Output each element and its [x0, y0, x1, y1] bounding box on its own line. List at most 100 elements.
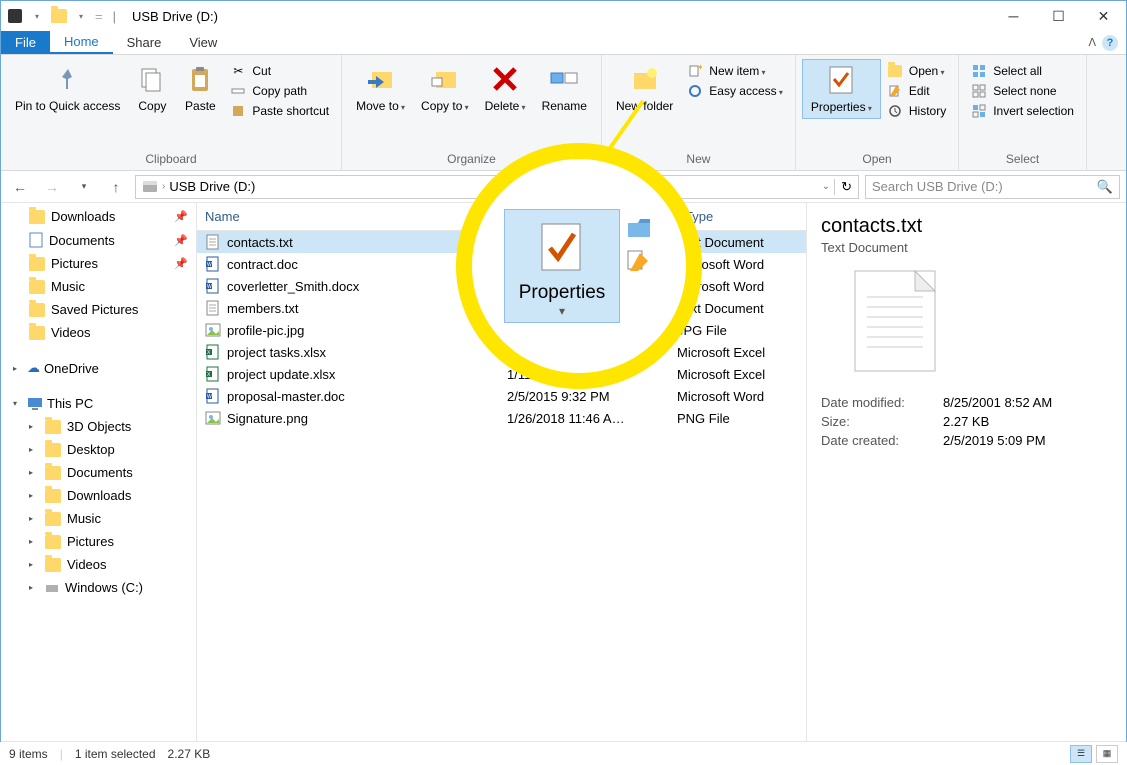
file-row[interactable]: Xproject update.xlsx1/11/2019 6:20 PMMic…: [197, 363, 806, 385]
minimize-button[interactable]: ─: [991, 1, 1036, 31]
file-icon: [205, 410, 221, 426]
edit-icon: [626, 249, 654, 273]
column-name[interactable]: Name: [197, 203, 507, 230]
callout-properties-button: Properties ▾: [504, 209, 621, 323]
file-icon: X: [205, 366, 221, 382]
paste-shortcut-button[interactable]: Paste shortcut: [224, 101, 335, 121]
qat-dropdown-icon[interactable]: ▾: [73, 8, 89, 24]
new-folder-button[interactable]: New folder: [608, 59, 681, 117]
select-none-button[interactable]: Select none: [965, 81, 1080, 101]
edit-button[interactable]: Edit: [881, 81, 952, 101]
select-all-icon: [971, 63, 987, 79]
copy-button[interactable]: Copy: [128, 59, 176, 117]
help-icon[interactable]: ?: [1102, 35, 1118, 51]
nav-pictures[interactable]: Pictures📌: [1, 252, 196, 275]
details-view-button[interactable]: ☰: [1070, 745, 1092, 763]
status-size: 2.27 KB: [168, 747, 211, 761]
nav-desktop[interactable]: ▸Desktop: [1, 438, 196, 461]
maximize-button[interactable]: ☐: [1036, 1, 1081, 31]
select-all-button[interactable]: Select all: [965, 61, 1080, 81]
nav-music[interactable]: Music: [1, 275, 196, 298]
history-icon: [887, 103, 903, 119]
details-size: 2.27 KB: [943, 414, 989, 429]
ribbon-tabs: File Home Share View ᐱ ?: [1, 31, 1126, 55]
tab-view[interactable]: View: [175, 31, 231, 54]
nav-documents-2[interactable]: ▸Documents: [1, 461, 196, 484]
pin-icon: 📌: [174, 210, 188, 223]
collapse-icon[interactable]: ▾: [13, 399, 23, 408]
select-none-icon: [971, 83, 987, 99]
file-type: Microsoft Excel: [677, 367, 806, 382]
file-icon: W: [205, 278, 221, 294]
invert-selection-button[interactable]: Invert selection: [965, 101, 1080, 121]
column-type[interactable]: Type: [677, 203, 806, 230]
nav-onedrive[interactable]: ▸☁OneDrive: [1, 356, 196, 380]
details-filetype: Text Document: [821, 240, 1112, 255]
tab-share[interactable]: Share: [113, 31, 176, 54]
tab-home[interactable]: Home: [50, 31, 113, 54]
new-item-button[interactable]: ✦New item: [681, 61, 789, 81]
recent-locations-button[interactable]: ▾: [71, 175, 97, 199]
window-title: USB Drive (D:): [132, 9, 218, 24]
nav-documents[interactable]: Documents📌: [1, 228, 196, 252]
file-name: contract.doc: [227, 257, 298, 272]
nav-downloads-2[interactable]: ▸Downloads: [1, 484, 196, 507]
drive-icon: [142, 180, 158, 194]
up-button[interactable]: ↑: [103, 175, 129, 199]
shortcut-icon: [230, 103, 246, 119]
qat-separator: =: [95, 9, 103, 24]
delete-button[interactable]: Delete: [477, 59, 534, 117]
easy-access-button[interactable]: Easy access: [681, 81, 789, 101]
file-name: proposal-master.doc: [227, 389, 345, 404]
thumbnails-view-button[interactable]: ▦: [1096, 745, 1118, 763]
file-name: profile-pic.jpg: [227, 323, 304, 338]
nav-downloads[interactable]: Downloads📌: [1, 205, 196, 228]
expand-icon[interactable]: ▸: [13, 364, 23, 373]
rename-button[interactable]: Rename: [534, 59, 595, 117]
open-button[interactable]: Open: [881, 61, 952, 81]
details-created: 2/5/2019 5:09 PM: [943, 433, 1046, 448]
edit-icon: [887, 83, 903, 99]
file-row[interactable]: Signature.png1/26/2018 11:46 A…PNG File: [197, 407, 806, 429]
paste-button[interactable]: Paste: [176, 59, 224, 117]
file-type: PNG File: [677, 411, 806, 426]
svg-text:W: W: [207, 394, 212, 400]
collapse-ribbon-icon[interactable]: ᐱ: [1088, 36, 1096, 49]
refresh-button[interactable]: ↻: [834, 179, 852, 195]
open-icon: [626, 217, 654, 241]
tab-file[interactable]: File: [1, 31, 50, 54]
forward-button[interactable]: →: [39, 175, 65, 199]
file-icon: X: [205, 344, 221, 360]
nav-videos-2[interactable]: ▸Videos: [1, 553, 196, 576]
navigation-pane[interactable]: Downloads📌 Documents📌 Pictures📌 Music Sa…: [1, 203, 197, 741]
nav-3d-objects[interactable]: ▸3D Objects: [1, 415, 196, 438]
file-icon: [205, 322, 221, 338]
copy-icon: [136, 63, 168, 95]
nav-music-2[interactable]: ▸Music: [1, 507, 196, 530]
close-button[interactable]: ✕: [1081, 1, 1126, 31]
properties-button[interactable]: Properties: [802, 59, 881, 119]
back-button[interactable]: ←: [7, 175, 33, 199]
file-name: contacts.txt: [227, 235, 293, 250]
search-input[interactable]: Search USB Drive (D:) 🔍: [865, 175, 1120, 199]
invert-icon: [971, 103, 987, 119]
nav-pictures-2[interactable]: ▸Pictures: [1, 530, 196, 553]
cut-button[interactable]: ✂Cut: [224, 61, 335, 81]
move-to-button[interactable]: Move to: [348, 59, 413, 117]
copy-path-button[interactable]: Copy path: [224, 81, 335, 101]
status-selected: 1 item selected: [75, 747, 156, 761]
copy-to-button[interactable]: Copy to: [413, 59, 477, 117]
breadcrumb[interactable]: USB Drive (D:): [169, 179, 255, 194]
nav-videos[interactable]: Videos: [1, 321, 196, 344]
nav-this-pc[interactable]: ▾This PC: [1, 392, 196, 415]
file-row[interactable]: Wproposal-master.doc2/5/2015 9:32 PMMicr…: [197, 385, 806, 407]
nav-saved-pictures[interactable]: Saved Pictures: [1, 298, 196, 321]
file-date: 2/5/2015 9:32 PM: [507, 389, 677, 404]
qat-dropdown-icon[interactable]: ▾: [29, 8, 45, 24]
pin-to-quick-access-button[interactable]: Pin to Quick access: [7, 59, 128, 117]
nav-windows-c[interactable]: ▸Windows (C:): [1, 576, 196, 599]
rename-icon: [548, 63, 580, 95]
paste-icon: [184, 63, 216, 95]
history-button[interactable]: History: [881, 101, 952, 121]
address-dropdown-icon[interactable]: ⌄: [822, 181, 830, 192]
